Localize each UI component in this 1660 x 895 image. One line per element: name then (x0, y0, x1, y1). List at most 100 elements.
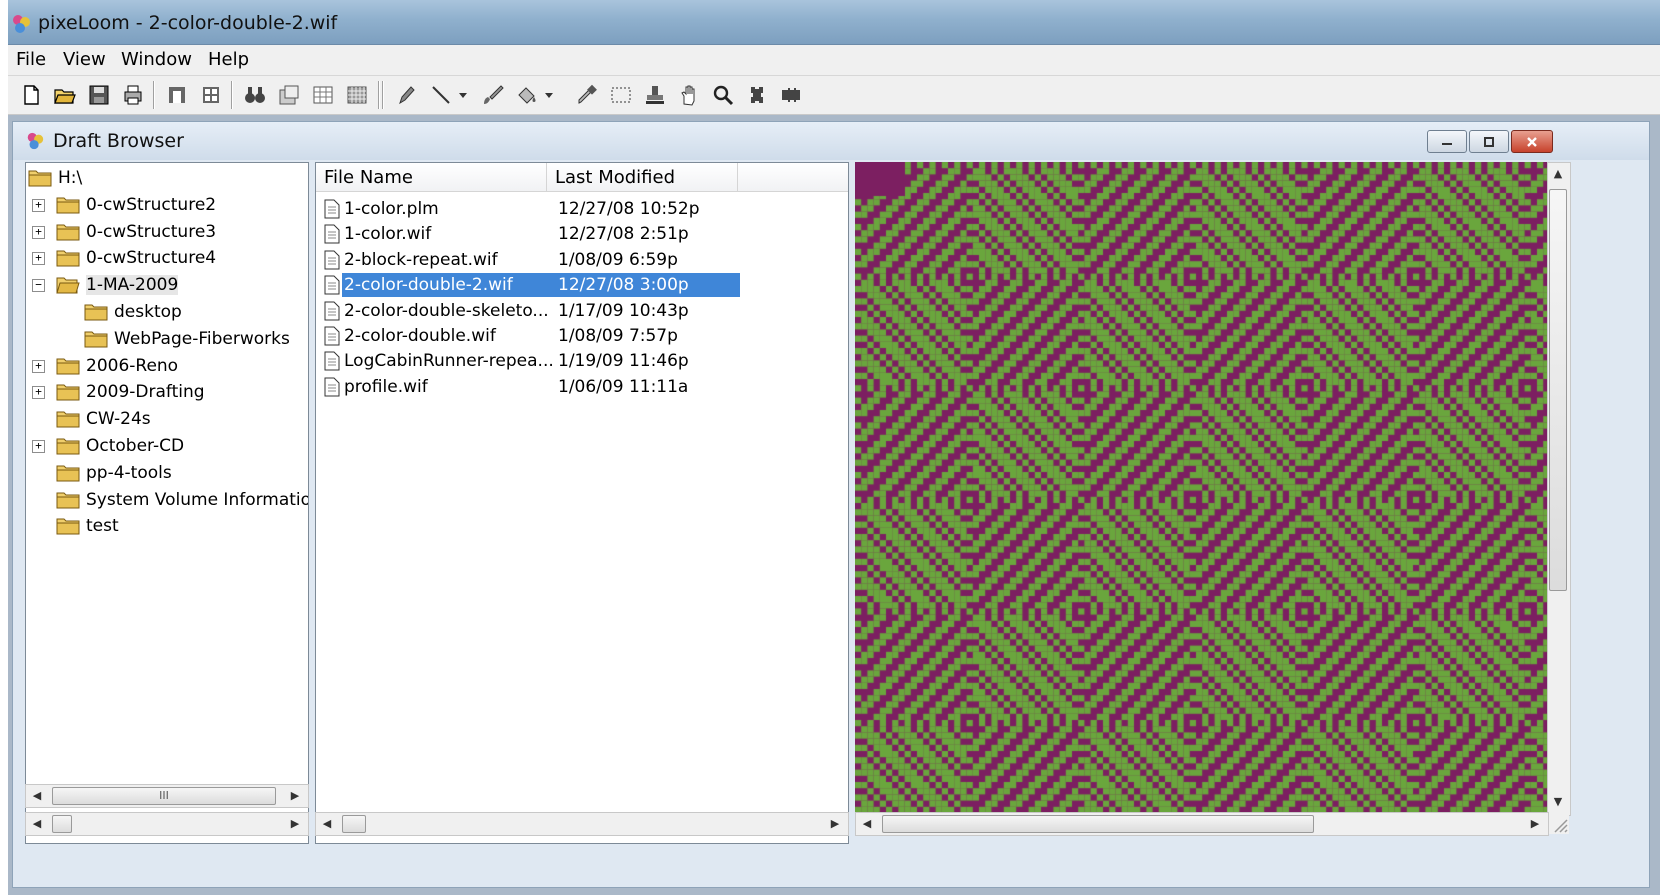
file-row[interactable]: 1-color.wif 12/27/08 2:51p (320, 222, 740, 246)
tree-node[interactable]: H:\ (28, 165, 82, 191)
column-header-file-name[interactable]: File Name (316, 163, 547, 192)
save-icon[interactable] (86, 82, 112, 108)
menu-help[interactable]: Help (208, 49, 249, 70)
tree-node[interactable]: test (56, 513, 119, 539)
tree-expander[interactable]: + (32, 198, 45, 212)
scroll-right-icon[interactable]: ▶ (824, 813, 846, 833)
folder-icon (28, 170, 52, 187)
menu-window[interactable]: Window (121, 49, 192, 70)
scroll-thumb[interactable] (342, 815, 366, 833)
folder-icon (84, 331, 108, 348)
scroll-right-icon[interactable]: ▶ (1524, 813, 1546, 833)
eyedropper-icon[interactable] (574, 82, 600, 108)
tree-expander[interactable]: + (32, 225, 45, 239)
scroll-up-icon[interactable]: ▲ (1548, 163, 1568, 183)
document-icon (324, 250, 340, 270)
tree-expander[interactable]: − (32, 279, 45, 293)
column-header-filler (738, 163, 848, 192)
tree-node[interactable]: +0-cwStructure2 (32, 192, 216, 218)
file-row[interactable]: 2-color-double-skeleto... 1/17/09 10:43p (320, 299, 740, 323)
tree-horizontal-scrollbar[interactable]: ◀ III ▶ (25, 784, 309, 808)
resize-grip[interactable] (1549, 812, 1569, 834)
tree-node[interactable]: +2009-Drafting (32, 379, 205, 405)
tree-expander[interactable]: + (32, 359, 45, 373)
column-header-last-modified[interactable]: Last Modified (547, 163, 738, 192)
document-icon (324, 351, 340, 371)
hand-icon[interactable] (676, 82, 702, 108)
menu-bar: File View Window Help (8, 45, 1660, 76)
file-row[interactable]: LogCabinRunner-repea... 1/19/09 11:46p (320, 349, 740, 373)
brush-icon[interactable] (480, 82, 506, 108)
file-list-horizontal-scrollbar[interactable]: ◀ ▶ (315, 812, 849, 836)
binoculars-icon[interactable] (242, 82, 268, 108)
tree-bottom-scrollbar[interactable]: ◀ ▶ (25, 812, 309, 836)
scroll-down-icon[interactable]: ▼ (1548, 791, 1568, 811)
grid-icon[interactable] (310, 82, 336, 108)
restore-button[interactable] (1469, 130, 1509, 153)
dropdown-arrow-icon[interactable] (542, 82, 556, 108)
weave-pattern-canvas[interactable] (855, 162, 1547, 814)
properties-icon[interactable] (276, 82, 302, 108)
grid-fill-icon[interactable] (344, 82, 370, 108)
file-modified: 1/06/09 11:11a (558, 376, 689, 397)
tree-node[interactable]: +0-cwStructure3 (32, 219, 217, 245)
tree-node[interactable]: WebPage-Fiberworks (84, 326, 290, 352)
pencil-icon[interactable] (394, 82, 420, 108)
scroll-right-icon[interactable]: ▶ (284, 785, 306, 805)
fill-icon[interactable] (514, 82, 540, 108)
tree-expander[interactable]: + (32, 440, 45, 453)
open-folder-icon[interactable] (52, 82, 78, 108)
tree-expander[interactable]: + (32, 386, 45, 400)
puzzle-b-icon[interactable] (778, 82, 804, 108)
tree-node-label: CW-24s (86, 409, 151, 430)
select-rect-icon[interactable] (608, 82, 634, 108)
zoom-icon[interactable] (710, 82, 736, 108)
puzzle-a-icon[interactable] (744, 82, 770, 108)
file-row[interactable]: 2-block-repeat.wif 1/08/09 6:59p (320, 248, 740, 272)
draft-browser-window: Draft Browser H:\ +0-cwStructure2 +0-cwStr… (12, 121, 1650, 888)
tree-expander[interactable]: + (32, 252, 45, 266)
new-file-icon[interactable] (18, 82, 44, 108)
menu-view[interactable]: View (63, 49, 106, 70)
menu-file[interactable]: File (16, 49, 46, 70)
dropdown-arrow-icon[interactable] (456, 82, 470, 108)
stamp-icon[interactable] (642, 82, 668, 108)
close-button[interactable] (1511, 130, 1553, 153)
tree-node-label: 2009-Drafting (86, 382, 205, 403)
toolbar-separator (153, 81, 155, 109)
tree-node[interactable]: pp-4-tools (56, 460, 172, 486)
tree-node[interactable]: +2006-Reno (32, 353, 178, 379)
tree-node[interactable]: + October-CD (32, 433, 184, 459)
title-bar: pixeLoom - 2-color-double-2.wif (8, 0, 1660, 45)
scroll-left-icon[interactable]: ◀ (26, 785, 48, 805)
scroll-thumb[interactable] (882, 815, 1314, 833)
tree-node[interactable]: CW-24s (56, 406, 151, 432)
preview-vertical-scrollbar[interactable]: ▲ ▼ (1547, 162, 1571, 816)
scroll-left-icon[interactable]: ◀ (26, 813, 48, 833)
tree-node[interactable]: System Volume Information (56, 487, 308, 513)
line-icon[interactable] (428, 82, 454, 108)
file-row[interactable]: 2-color-double.wif 1/08/09 7:57p (320, 324, 740, 348)
close-icon (1527, 136, 1537, 147)
tree-node[interactable]: +0-cwStructure4 (32, 245, 216, 271)
folder-icon (56, 411, 80, 428)
file-row[interactable]: 2-color-double-2.wif 12/27/08 3:00p (320, 273, 740, 298)
scroll-right-icon[interactable]: ▶ (284, 813, 306, 833)
tree-node[interactable]: desktop (84, 299, 182, 325)
file-row[interactable]: 1-color.plm 12/27/08 10:52p (320, 197, 740, 221)
file-row[interactable]: profile.wif 1/06/09 11:11a (320, 375, 740, 399)
restore-icon (1484, 136, 1494, 147)
layout-a-icon[interactable] (164, 82, 190, 108)
scroll-left-icon[interactable]: ◀ (316, 813, 338, 833)
tree-node-label: 0-cwStructure3 (86, 221, 217, 242)
scroll-thumb[interactable] (1549, 189, 1567, 591)
minimize-button[interactable] (1427, 130, 1467, 153)
scroll-thumb[interactable] (52, 815, 72, 833)
window-title: pixeLoom - 2-color-double-2.wif (38, 12, 338, 34)
print-icon[interactable] (120, 82, 146, 108)
scroll-thumb[interactable]: III (52, 787, 276, 805)
scroll-left-icon[interactable]: ◀ (856, 813, 878, 833)
preview-horizontal-scrollbar[interactable]: ◀ ▶ (855, 812, 1549, 836)
layout-b-icon[interactable] (198, 82, 224, 108)
tree-node[interactable]: − 1-MA-2009 (32, 272, 179, 298)
